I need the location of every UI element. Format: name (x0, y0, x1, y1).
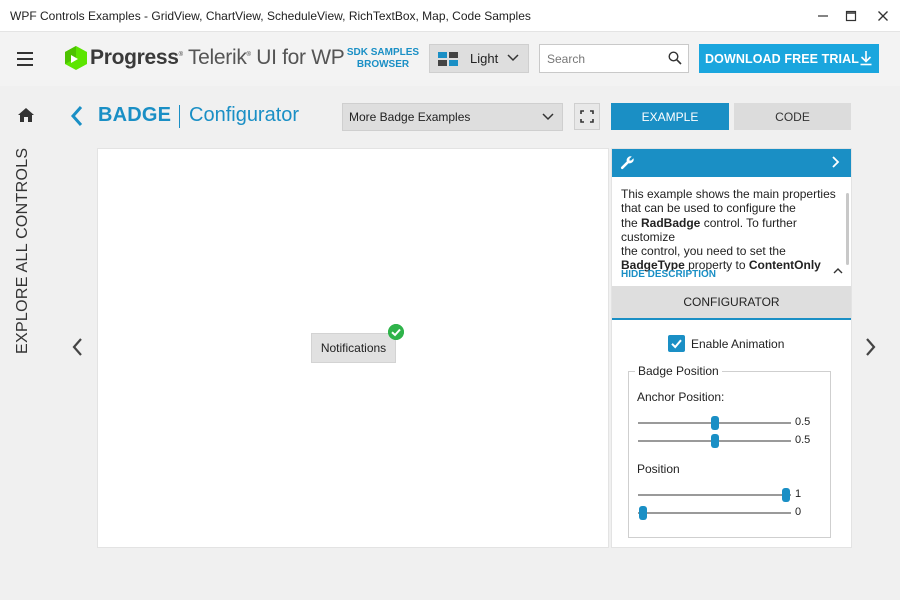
badge-position-title: Badge Position (635, 364, 722, 378)
more-examples-label: More Badge Examples (349, 110, 471, 124)
description-line: This example shows the main properties (621, 187, 836, 201)
search-input[interactable] (540, 45, 658, 72)
enable-animation-checkbox[interactable]: Enable Animation (668, 335, 784, 352)
window-titlebar: WPF Controls Examples - GridView, ChartV… (0, 0, 900, 32)
brand-logo: Progress® Telerik® UI for WP (90, 46, 345, 69)
slider-track (638, 494, 791, 496)
anchor-y-value: 0.5 (795, 434, 811, 446)
slider-thumb[interactable] (638, 506, 647, 520)
description-line: that can be used to configure the (621, 201, 796, 216)
anchor-y-slider[interactable] (638, 434, 791, 448)
description-bold: ContentOnly (748, 258, 821, 273)
explore-all-controls-link[interactable]: EXPLORE ALL CONTROLS (14, 148, 32, 354)
notifications-button[interactable]: Notifications (311, 333, 396, 363)
anchor-x-value: 0.5 (795, 416, 811, 428)
trial-button-label: DOWNLOAD FREE TRIAL (705, 51, 859, 66)
enable-animation-label: Enable Animation (691, 336, 785, 351)
window-title: WPF Controls Examples - GridView, ChartV… (10, 9, 531, 23)
description-bold: RadBadge (641, 215, 701, 230)
tab-example[interactable]: EXAMPLE (611, 103, 729, 130)
progress-logo-icon (65, 46, 87, 70)
hide-description-link[interactable]: HIDE DESCRIPTION (621, 269, 716, 280)
position-x-value: 1 (795, 488, 802, 500)
badge-check-icon (388, 324, 404, 340)
search-box[interactable] (539, 44, 689, 73)
hamburger-menu-icon[interactable] (17, 52, 33, 66)
maximize-icon (845, 10, 857, 22)
checkbox-checked-icon[interactable] (668, 335, 685, 352)
home-icon[interactable] (17, 107, 35, 123)
theme-tiles-icon (438, 51, 458, 66)
position-x-slider[interactable] (638, 488, 791, 502)
search-icon[interactable] (668, 51, 682, 65)
sdk-line-2: BROWSER (356, 59, 410, 70)
example-description: This example shows the main properties t… (621, 187, 839, 273)
previous-example-icon[interactable] (70, 336, 84, 358)
brand-progress: Progress (90, 46, 179, 69)
slider-thumb[interactable] (782, 488, 791, 502)
position-y-value: 0 (795, 506, 802, 518)
collapse-panel-icon[interactable] (831, 154, 841, 170)
chevron-down-icon (507, 54, 519, 62)
sdk-browser-label: SDK SAMPLES BROWSER (342, 47, 424, 71)
close-icon (878, 11, 888, 21)
close-button[interactable] (866, 0, 900, 32)
maximize-button[interactable] (834, 0, 868, 32)
breadcrumb-control: BADGE (98, 104, 172, 126)
description-line: the RadBadge control. To further customi… (621, 215, 797, 244)
theme-dropdown-label: Light (470, 51, 499, 66)
sdk-line-1: SDK SAMPLES (346, 47, 420, 58)
back-arrow-icon[interactable] (70, 105, 84, 127)
app-header: Progress® Telerik® UI for WP SDK SAMPLES… (0, 32, 900, 86)
breadcrumb-page: Configurator (189, 104, 300, 126)
configurator-panel: This example shows the main properties t… (611, 148, 852, 548)
brand-telerik: Telerik (187, 46, 247, 69)
description-line: the control, you need to set the (621, 244, 786, 259)
tab-code[interactable]: CODE (734, 103, 851, 130)
anchor-x-slider[interactable] (638, 416, 791, 430)
chevron-up-icon[interactable] (832, 266, 844, 276)
slider-thumb[interactable] (710, 416, 719, 430)
description-scrollbar[interactable] (846, 193, 849, 265)
download-free-trial-button[interactable]: DOWNLOAD FREE TRIAL (699, 44, 879, 73)
position-y-slider[interactable] (638, 506, 791, 520)
slider-track (638, 512, 791, 514)
more-examples-dropdown[interactable]: More Badge Examples (342, 103, 563, 131)
brand-product: UI for WP (256, 46, 345, 69)
configurator-header[interactable]: CONFIGURATOR (612, 286, 851, 320)
download-icon (860, 51, 872, 66)
fullscreen-button[interactable] (574, 103, 600, 130)
anchor-position-label: Anchor Position: (637, 390, 725, 404)
next-example-icon[interactable] (864, 336, 878, 358)
slider-thumb[interactable] (710, 434, 719, 448)
breadcrumb-separator (179, 105, 180, 128)
chevron-down-icon (542, 113, 554, 121)
fullscreen-icon (580, 110, 594, 123)
position-label: Position (637, 462, 680, 476)
panel-header (612, 149, 851, 177)
minimize-icon (818, 15, 828, 17)
badge-position-group: Badge Position Anchor Position: 0.5 0.5 … (628, 364, 831, 538)
wrench-icon (620, 156, 634, 170)
theme-dropdown[interactable]: Light (429, 44, 529, 73)
